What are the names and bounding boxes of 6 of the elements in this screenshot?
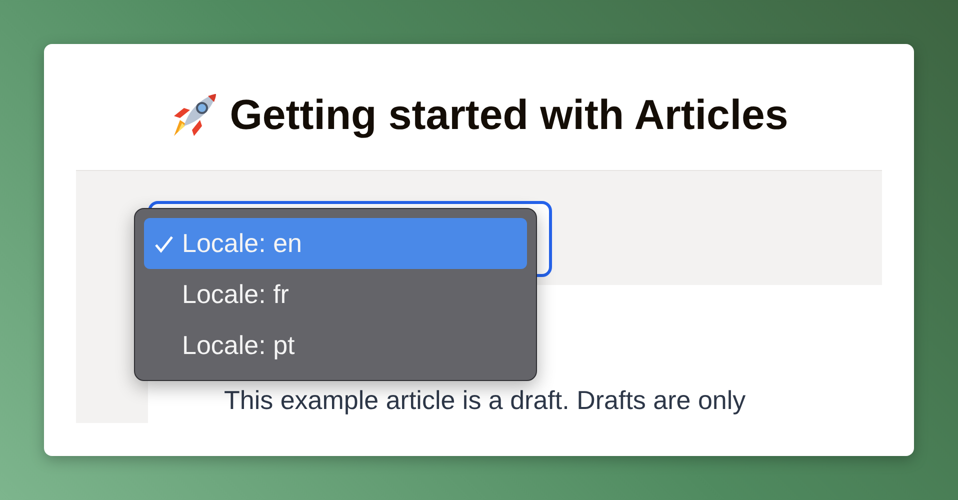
page-title: Getting started with Articles [230, 91, 788, 139]
menu-option[interactable]: Locale: pt [144, 320, 527, 371]
checkmark-icon [154, 235, 174, 253]
menu-option[interactable]: Locale: fr [144, 269, 527, 320]
menu-option[interactable]: Locale: en [144, 218, 527, 269]
article-text: This example article is a draft. Drafts are only [224, 385, 746, 415]
